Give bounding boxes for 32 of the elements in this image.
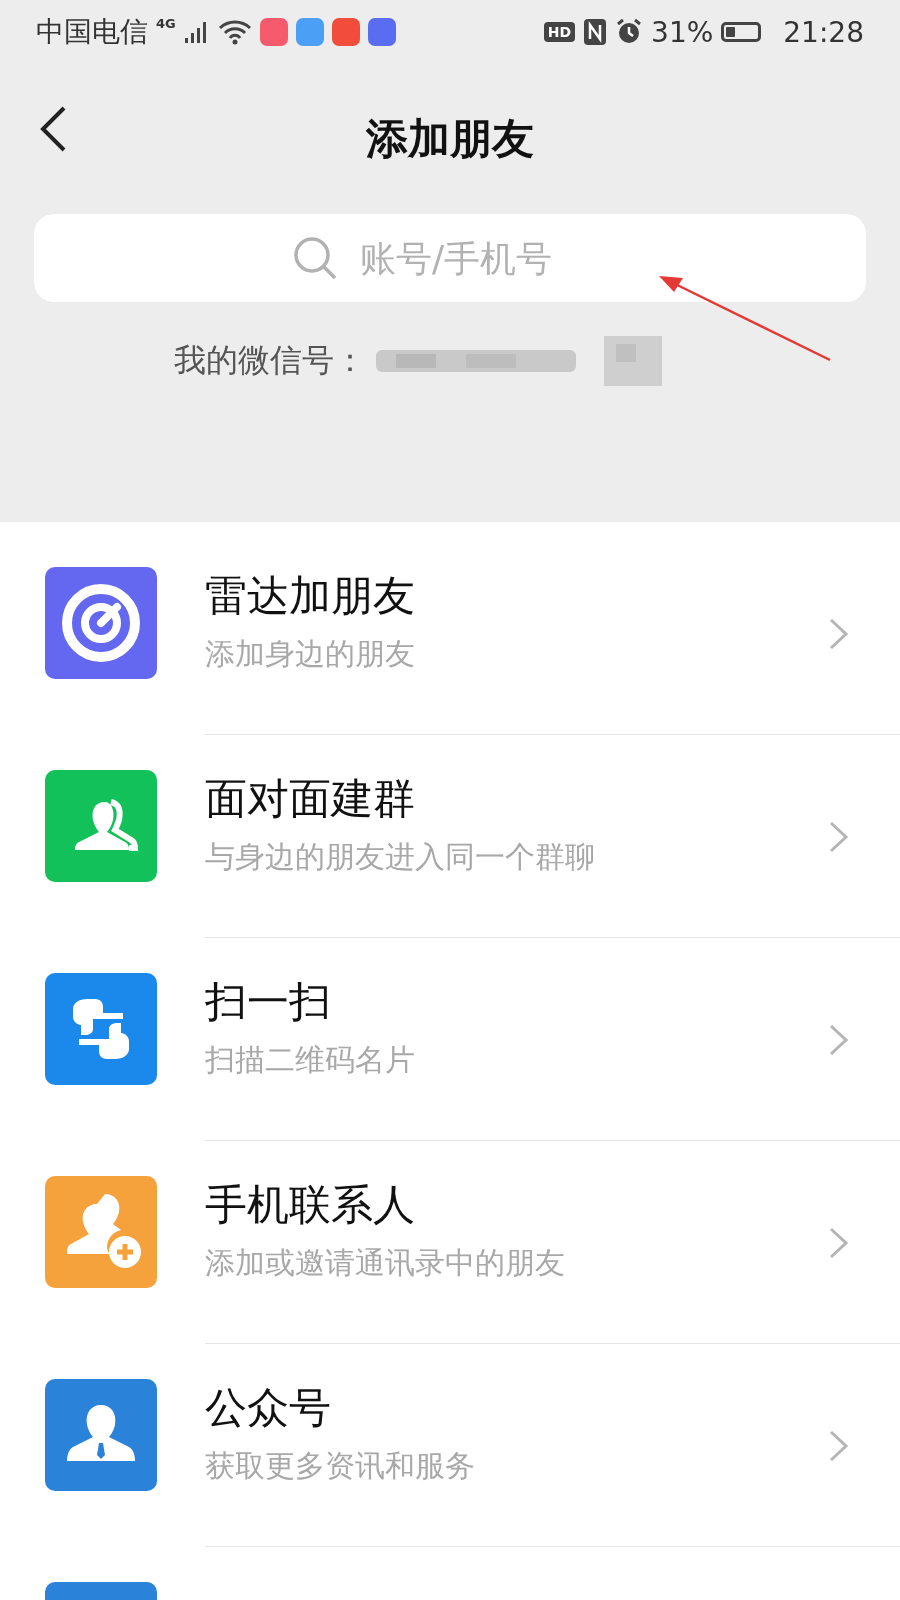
battery-icon (721, 22, 762, 42)
chevron-icon (828, 617, 850, 651)
app-icon (331, 18, 360, 46)
search-field[interactable]: 账号/手机号 (34, 214, 866, 302)
clock-time: 21:28 (783, 15, 864, 49)
hd-badge: HD (543, 22, 576, 42)
wifi-icon (217, 19, 252, 45)
item-subtitle: 扫描二维码名片 (205, 1041, 415, 1079)
item-title[interactable]: 公众号 (205, 1380, 331, 1436)
back-icon[interactable] (38, 104, 68, 154)
chevron-icon (828, 1429, 850, 1463)
alarm-icon (615, 18, 644, 46)
chevron-icon (828, 820, 850, 854)
item-subtitle: 添加或邀请通讯录中的朋友 (205, 1244, 565, 1282)
battery-percent: 31% (651, 15, 714, 49)
app-icon (295, 18, 324, 46)
carrier-name: 中国电信 (36, 14, 148, 50)
chevron-icon (828, 1226, 850, 1260)
item-subtitle: 添加身边的朋友 (205, 635, 415, 673)
network-type: 4G (156, 16, 176, 31)
item-subtitle: 获取更多资讯和服务 (205, 1447, 475, 1485)
item-subtitle: 与身边的朋友进入同一个群聊 (205, 838, 595, 876)
item-title[interactable]: 面对面建群 (205, 771, 415, 827)
item-title[interactable]: 手机联系人 (205, 1177, 415, 1233)
item-title[interactable]: 扫一扫 (205, 974, 331, 1030)
chevron-icon (828, 1023, 850, 1057)
nfc-icon (583, 18, 608, 46)
wechat-id-label: 我的微信号： (174, 340, 366, 381)
page-title: 添加朋友 (366, 113, 534, 165)
app-icon (259, 18, 288, 46)
app-icon (367, 18, 396, 46)
item-title[interactable]: 雷达加朋友 (205, 568, 415, 624)
